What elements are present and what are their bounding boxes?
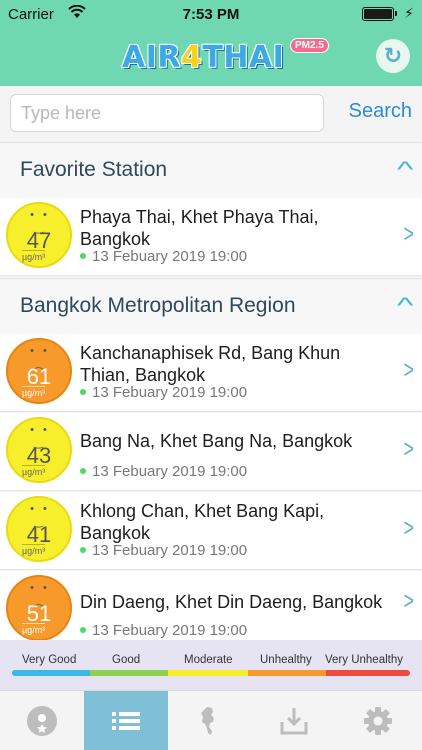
unit-label: µg/m³: [22, 544, 46, 556]
station-row[interactable]: • • ︵ 61 µg/m³ Kanchanaphisek Rd, Bang Kh…: [0, 334, 422, 412]
online-dot-icon: [80, 468, 86, 475]
legend-segment: [90, 670, 168, 676]
download-icon: [280, 708, 308, 735]
app-header: AIR4THAI PM2.5 ↻: [0, 28, 422, 86]
station-timestamp: 13 Febuary 2019 19:00: [80, 622, 247, 639]
aqi-legend: Very Good Good Moderate Unhealthy Very U…: [0, 640, 422, 690]
section-header-favorite[interactable]: Favorite Station ^: [0, 142, 422, 198]
legend-label-very-unhealthy: Very Unhealthy: [325, 654, 403, 666]
legend-segment: [12, 670, 90, 676]
unit-label: µg/m³: [22, 250, 46, 262]
unit-label: µg/m³: [22, 623, 46, 635]
status-bar: Carrier 7:53 PM ⚡: [0, 0, 422, 28]
battery-icon: [362, 7, 397, 21]
clock: 7:53 PM: [182, 6, 240, 23]
tab-bar: [0, 690, 422, 750]
legend-color-bar: [12, 670, 410, 676]
aqi-badge: • • ‿ 47 µg/m³: [6, 202, 72, 268]
station-name: Din Daeng, Khet Din Daeng, Bangkok: [80, 592, 383, 612]
station-timestamp: 13 Febuary 2019 19:00: [80, 248, 247, 265]
search-button[interactable]: Search: [349, 100, 412, 123]
section-title: Bangkok Metropolitan Region: [20, 294, 296, 317]
aqi-badge: • • ‿ 41 µg/m³: [6, 496, 72, 562]
station-timestamp: 13 Febuary 2019 19:00: [80, 384, 247, 401]
station-timestamp: 13 Febuary 2019 19:00: [80, 542, 247, 559]
legend-segment: [168, 670, 248, 676]
logo-pm-badge: PM2.5: [290, 38, 329, 53]
chevron-right-icon[interactable]: >: [403, 435, 414, 464]
aqi-badge: • • ‿ 43 µg/m³: [6, 417, 72, 483]
legend-label-very-good: Very Good: [22, 654, 77, 666]
refresh-icon[interactable]: ↻: [376, 39, 410, 73]
chevron-right-icon[interactable]: >: [403, 356, 414, 385]
unit-label: µg/m³: [22, 465, 46, 477]
legend-label-good: Good: [112, 654, 141, 666]
station-timestamp: 13 Febuary 2019 19:00: [80, 463, 247, 480]
station-name: Phaya Thai, Khet Phaya Thai, Bangkok: [80, 207, 319, 249]
tab-station-list[interactable]: [84, 691, 168, 750]
aqi-badge: • • ︵ 61 µg/m³: [6, 338, 72, 404]
chevron-right-icon[interactable]: >: [403, 587, 414, 616]
online-dot-icon: [80, 389, 86, 396]
station-row[interactable]: • • ‿ 41 µg/m³ Khlong Chan, Khet Bang Kap…: [0, 492, 422, 570]
map-icon: [201, 707, 214, 735]
search-bar: Search: [0, 86, 422, 142]
station-row[interactable]: • • ‿ 47 µg/m³ Phaya Thai, Khet Phaya Tha…: [0, 198, 422, 276]
tab-favorites[interactable]: [0, 691, 84, 750]
station-row[interactable]: • • ‿ 43 µg/m³ Bang Na, Khet Bang Na, Ban…: [0, 413, 422, 491]
tab-map[interactable]: [168, 691, 252, 750]
legend-segment: [326, 670, 410, 676]
unit-label: µg/m³: [22, 386, 46, 398]
section-header-bangkok[interactable]: Bangkok Metropolitan Region ^: [0, 278, 422, 334]
logo-wordmark: AIR4THAI: [122, 40, 285, 75]
chevron-right-icon[interactable]: >: [403, 220, 414, 249]
list-icon: [112, 712, 140, 730]
legend-label-moderate: Moderate: [184, 654, 233, 666]
legend-segment: [248, 670, 326, 676]
tab-settings[interactable]: [336, 691, 420, 750]
charging-icon: ⚡: [404, 5, 414, 21]
section-title: Favorite Station: [20, 158, 168, 181]
online-dot-icon: [80, 627, 86, 634]
station-name: Khlong Chan, Khet Bang Kapi, Bangkok: [80, 501, 325, 543]
chevron-up-icon[interactable]: ^: [397, 293, 414, 319]
online-dot-icon: [80, 547, 86, 554]
chevron-right-icon[interactable]: >: [403, 514, 414, 543]
station-row[interactable]: • • ︵ 51 µg/m³ Din Daeng, Khet Din Daeng,…: [0, 571, 422, 640]
station-name: Kanchanaphisek Rd, Bang Khun Thian, Bang…: [80, 343, 341, 385]
station-name: Bang Na, Khet Bang Na, Bangkok: [80, 431, 353, 451]
settings-icon: [364, 707, 392, 735]
search-input[interactable]: [10, 94, 324, 132]
favorite-icon: [27, 706, 57, 736]
chevron-up-icon[interactable]: ^: [397, 157, 414, 183]
aqi-badge: • • ︵ 51 µg/m³: [6, 575, 72, 640]
legend-label-unhealthy: Unhealthy: [260, 654, 312, 666]
app-logo: AIR4THAI PM2.5: [122, 36, 329, 78]
tab-download[interactable]: [252, 691, 336, 750]
online-dot-icon: [80, 253, 86, 260]
